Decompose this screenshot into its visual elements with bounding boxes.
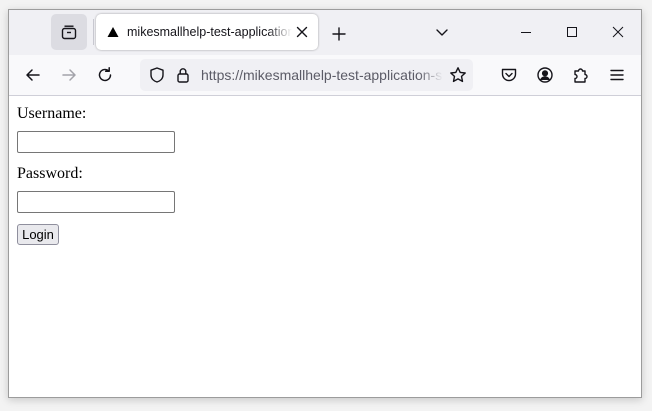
tab-separator [93, 19, 94, 45]
username-label: Username: [17, 105, 87, 122]
hamburger-icon[interactable] [607, 65, 627, 85]
arrow-right-icon[interactable] [59, 65, 79, 85]
close-icon[interactable] [294, 24, 310, 40]
tab-active[interactable]: mikesmallhelp-test-application-s [96, 14, 318, 50]
navigation-toolbar: https://mikesmallhelp-test-application-s [9, 55, 641, 96]
reload-icon[interactable] [95, 65, 115, 85]
password-input[interactable] [17, 191, 175, 213]
chevron-down-icon[interactable] [433, 23, 451, 41]
tab-bar: mikesmallhelp-test-application-s [9, 10, 641, 55]
lock-icon[interactable] [174, 66, 192, 84]
username-input[interactable] [17, 131, 175, 153]
triangle-icon [106, 25, 120, 39]
password-label: Password: [17, 165, 83, 182]
plus-icon[interactable] [327, 22, 351, 46]
puzzle-icon[interactable] [571, 65, 591, 85]
page-content: Username: Password: Login [9, 96, 641, 397]
tab-title: mikesmallhelp-test-application-s [127, 25, 292, 39]
address-bar[interactable]: https://mikesmallhelp-test-application-s [140, 59, 473, 91]
arrow-left-icon[interactable] [23, 65, 43, 85]
star-icon[interactable] [448, 65, 468, 85]
close-icon[interactable] [609, 23, 627, 41]
account-icon[interactable] [535, 65, 555, 85]
browser-window: mikesmallhelp-test-application-s https:/… [8, 9, 642, 398]
login-button[interactable]: Login [17, 224, 59, 245]
minimize-icon[interactable] [517, 23, 535, 41]
tab-overview-icon [60, 23, 78, 41]
pocket-icon[interactable] [499, 65, 519, 85]
url-text[interactable]: https://mikesmallhelp-test-application-s [201, 67, 443, 85]
maximize-icon[interactable] [563, 23, 581, 41]
shield-icon[interactable] [148, 66, 166, 84]
tab-overview-button[interactable] [51, 14, 87, 50]
